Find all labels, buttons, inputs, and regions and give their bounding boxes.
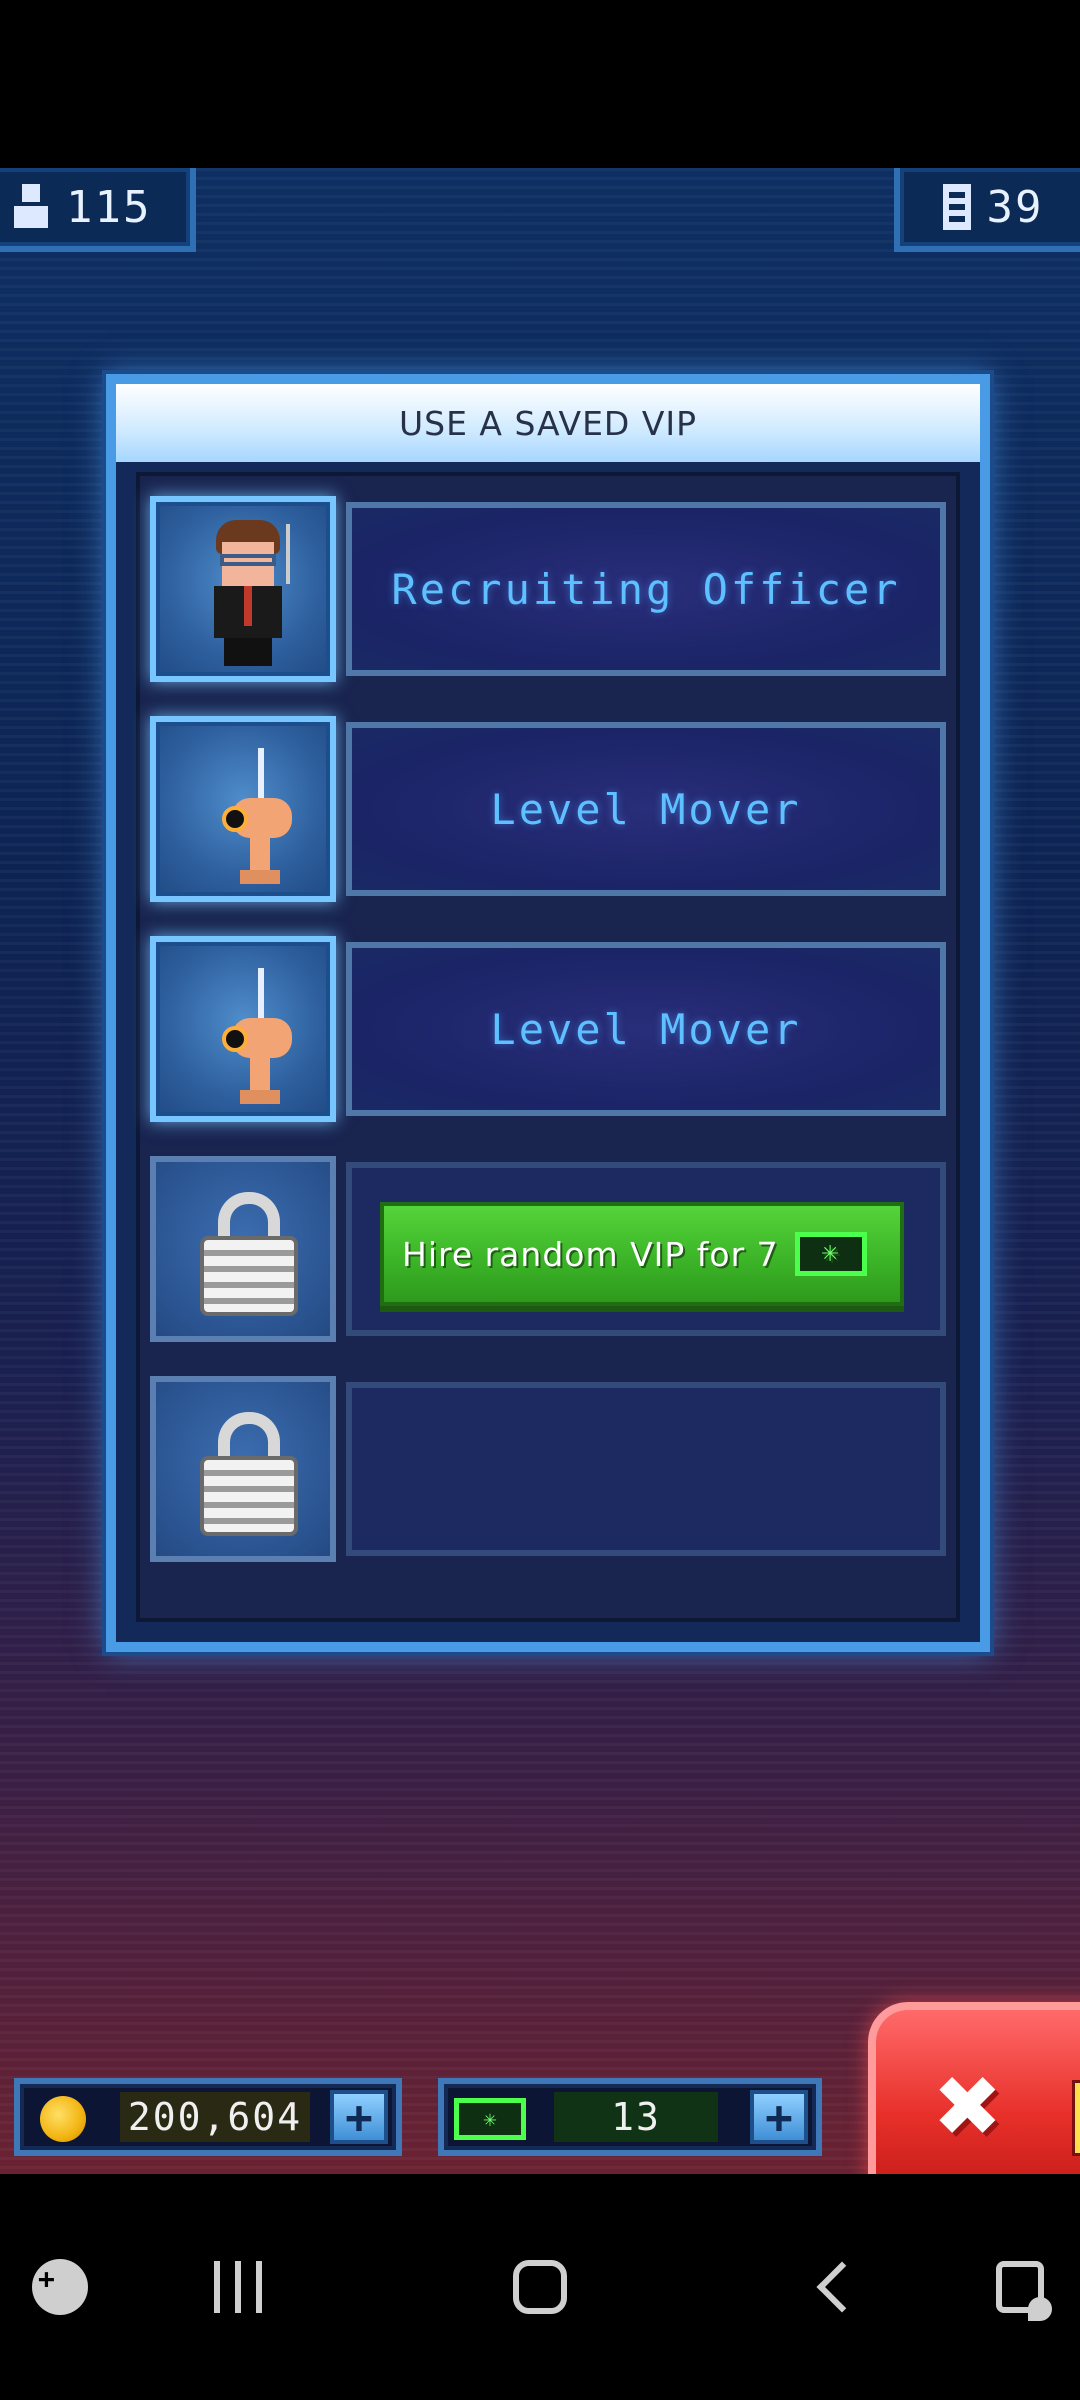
accessibility-button[interactable] bbox=[960, 2244, 1080, 2330]
game-tools-button[interactable] bbox=[0, 2244, 120, 2330]
empty-slot-panel bbox=[346, 1382, 946, 1556]
recents-icon bbox=[214, 2261, 262, 2313]
gamepad-icon bbox=[32, 2259, 88, 2315]
coins-value: 200,604 bbox=[120, 2092, 310, 2142]
home-button[interactable] bbox=[480, 2244, 600, 2330]
buy-bux-button[interactable]: + bbox=[750, 2090, 808, 2144]
locked-vip-slot bbox=[150, 1376, 946, 1562]
recents-button[interactable] bbox=[178, 2244, 298, 2330]
coin-icon bbox=[40, 2096, 86, 2142]
close-button-side bbox=[1072, 2080, 1080, 2156]
lock-icon bbox=[200, 1412, 298, 1536]
bux-counter: 13 + bbox=[438, 2078, 822, 2156]
buy-coins-button[interactable]: + bbox=[330, 2090, 388, 2144]
close-icon: ✖ bbox=[936, 2041, 1003, 2169]
level-mover-icon bbox=[206, 748, 296, 888]
population-counter[interactable]: 115 bbox=[0, 168, 196, 252]
locked-portrait bbox=[150, 1156, 336, 1342]
bux-icon bbox=[794, 1232, 867, 1276]
vip-name-button[interactable]: Level Mover bbox=[346, 942, 946, 1116]
locked-portrait bbox=[150, 1376, 336, 1562]
vip-slot[interactable]: Level Mover bbox=[150, 716, 946, 902]
recruiting-officer-portrait[interactable] bbox=[150, 496, 336, 682]
back-icon bbox=[816, 2261, 868, 2313]
level-mover-portrait[interactable] bbox=[150, 716, 336, 902]
bux-icon bbox=[454, 2098, 526, 2140]
hire-button-label: Hire random VIP for 7 bbox=[402, 1234, 779, 1274]
vip-slot[interactable]: Recruiting Officer bbox=[150, 496, 946, 682]
bux-value: 13 bbox=[554, 2092, 718, 2142]
level-mover-icon bbox=[206, 968, 296, 1108]
lock-icon bbox=[200, 1192, 298, 1316]
accessibility-icon bbox=[996, 2261, 1052, 2321]
population-value: 115 bbox=[66, 181, 152, 233]
coins-counter: 200,604 + bbox=[14, 2078, 402, 2156]
vip-name-button[interactable]: Recruiting Officer bbox=[346, 502, 946, 676]
vip-name-button[interactable]: Level Mover bbox=[346, 722, 946, 896]
dialog-title: USE A SAVED VIP bbox=[116, 384, 980, 462]
back-button[interactable] bbox=[782, 2244, 902, 2330]
vip-slot-list: Recruiting Officer Level Mover Level Mov… bbox=[136, 472, 960, 1622]
close-button[interactable]: ✖ bbox=[868, 2002, 1080, 2192]
building-icon bbox=[942, 184, 971, 230]
locked-vip-slot: Hire random VIP for 7 bbox=[150, 1156, 946, 1342]
home-icon bbox=[513, 2260, 567, 2314]
hire-random-vip-button[interactable]: Hire random VIP for 7 bbox=[380, 1202, 904, 1306]
vip-slot[interactable]: Level Mover bbox=[150, 936, 946, 1122]
recruiting-officer-icon bbox=[202, 520, 294, 670]
person-icon bbox=[12, 184, 50, 230]
hire-panel: Hire random VIP for 7 bbox=[346, 1162, 946, 1336]
level-mover-portrait[interactable] bbox=[150, 936, 336, 1122]
floors-counter[interactable]: 39 bbox=[894, 168, 1080, 252]
android-nav-bar bbox=[0, 2174, 1080, 2400]
saved-vip-dialog: USE A SAVED VIP Recruiting Officer Level… bbox=[106, 374, 990, 1652]
floors-value: 39 bbox=[986, 181, 1044, 233]
